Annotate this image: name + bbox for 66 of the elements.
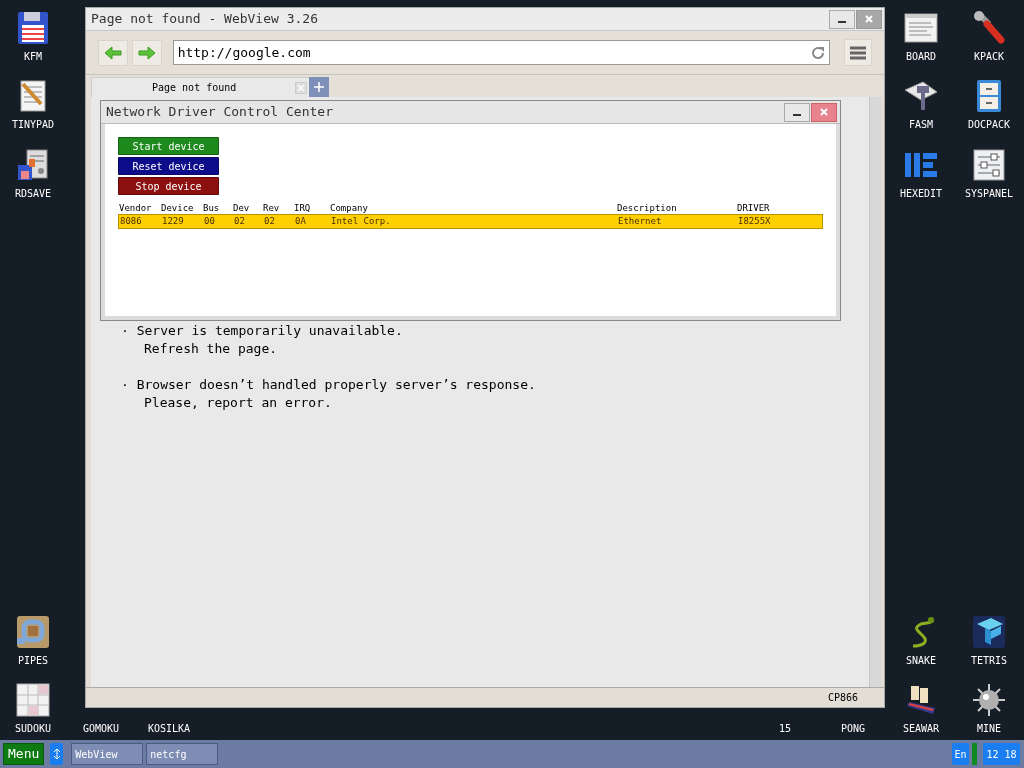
device-button[interactable]: Stop device [118, 177, 219, 195]
window-title: Page not found - WebView 3.26 [91, 10, 319, 29]
window-icon[interactable] [903, 10, 939, 46]
column-header: DRIVER [737, 203, 771, 214]
plus-icon[interactable] [314, 82, 324, 92]
arrow-left-icon[interactable] [103, 45, 122, 60]
icon-label[interactable]: PIPES [1, 655, 65, 667]
column-header: IRQ [294, 203, 312, 214]
menu-button[interactable]: Menu [3, 743, 45, 765]
icon-label[interactable]: BOARD [889, 51, 953, 63]
column-header: Vendor [119, 203, 153, 214]
sliders-icon[interactable] [971, 147, 1007, 183]
icon-label[interactable]: TETRIS [957, 655, 1021, 667]
browser-tab[interactable]: Page not found [91, 77, 309, 97]
message-text: · Server is temporarily unavailable. [121, 322, 404, 340]
status-encoding: CP866 [827, 691, 858, 705]
icon-label[interactable]: KPACK [957, 51, 1021, 63]
device-button[interactable]: Start device [118, 137, 219, 155]
language-button[interactable]: En [952, 743, 969, 765]
icon-label[interactable]: DOCPACK [957, 119, 1021, 131]
spiked-ball-icon[interactable] [971, 682, 1007, 718]
column-header: Bus [203, 203, 221, 214]
icon-label[interactable]: 15 [753, 723, 817, 735]
icon-label[interactable]: PONG [821, 723, 885, 735]
icon-label[interactable]: FASM [889, 119, 953, 131]
minimize-button[interactable] [784, 102, 810, 122]
icon-label[interactable]: HEXEDIT [889, 188, 953, 200]
message-hint: Please, report an error. [144, 394, 333, 412]
icon-label[interactable]: MINE [957, 723, 1021, 735]
message-text: · Browser doesn’t handled properly server’s response. [121, 376, 537, 394]
icon-label[interactable]: KFM [1, 51, 65, 63]
url-field[interactable]: http://google.com [172, 40, 831, 65]
icon-label[interactable]: SUDOKU [1, 723, 65, 735]
column-header: Device [161, 203, 195, 214]
indicator-bar [972, 743, 977, 765]
column-header: Description [617, 203, 678, 214]
number-grid-icon[interactable] [15, 682, 51, 718]
icon-label[interactable]: GOMOKU [69, 723, 133, 735]
refresh-icon[interactable] [810, 44, 827, 61]
scrollbar[interactable] [869, 97, 881, 687]
switch-button[interactable] [50, 743, 64, 765]
column-header: Dev [233, 203, 251, 214]
wrench-icon[interactable] [971, 10, 1007, 46]
disk-drive-icon[interactable] [15, 147, 51, 183]
column-header: Rev [263, 203, 281, 214]
icon-label[interactable]: SYSPANEL [957, 188, 1021, 200]
up-down-arrow-icon[interactable] [52, 748, 61, 760]
close-icon[interactable] [819, 107, 829, 117]
close-button[interactable] [811, 102, 837, 122]
icon-label[interactable]: SNAKE [889, 655, 953, 667]
menu-icon[interactable] [850, 45, 867, 60]
column-header: Company [330, 203, 369, 214]
icon-label[interactable]: SEAWAR [889, 723, 953, 735]
menu-button[interactable] [844, 39, 872, 66]
minimize-button[interactable] [829, 9, 855, 29]
device-row[interactable]: 8086 1229 00 02 02 0A Intel Corp. Ethernet I8255X [118, 214, 823, 229]
clock[interactable]: 12 18 [983, 743, 1020, 765]
pipe-tile-icon[interactable] [15, 614, 51, 650]
message-hint: Refresh the page. [144, 340, 279, 358]
icon-label[interactable]: TINYPAD [1, 119, 65, 131]
icon-label[interactable]: RDSAVE [1, 188, 65, 200]
window-title: Network Driver Control Center [106, 103, 334, 122]
device-button[interactable]: Reset device [118, 157, 219, 175]
icon-label[interactable]: KOSILKA [137, 723, 201, 735]
blocks-icon[interactable] [971, 614, 1007, 650]
arrow-right-icon[interactable] [137, 45, 156, 60]
